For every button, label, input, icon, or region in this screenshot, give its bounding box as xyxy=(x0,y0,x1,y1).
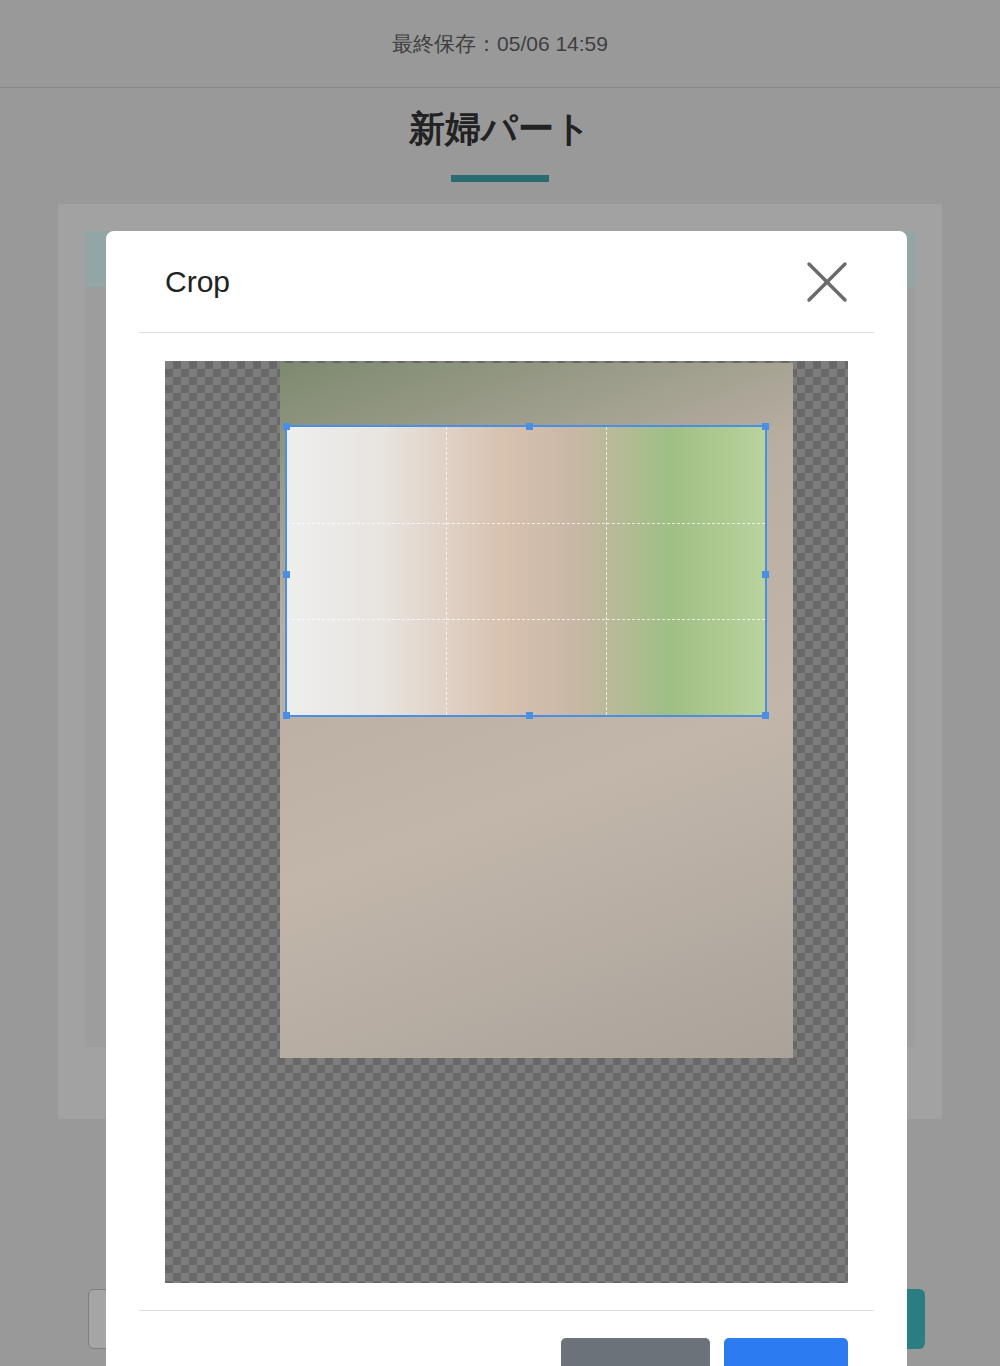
crop-box[interactable] xyxy=(285,425,767,717)
crop-handle[interactable] xyxy=(762,423,769,430)
modal-title: Crop xyxy=(165,259,230,304)
page-title: 新婦パート xyxy=(409,106,591,153)
crop-handle[interactable] xyxy=(283,423,290,430)
app: 最終保存：05/06 14:59 新婦パート Crop xyxy=(0,0,1000,1366)
grid-line xyxy=(446,427,447,715)
page-title-section: 新婦パート xyxy=(0,88,1000,182)
crop-handle[interactable] xyxy=(526,712,533,719)
last-saved: 最終保存：05/06 14:59 xyxy=(392,28,608,60)
crop-handle[interactable] xyxy=(283,571,290,578)
crop-handle[interactable] xyxy=(526,423,533,430)
grid-line xyxy=(287,523,765,524)
crop-handle[interactable] xyxy=(283,712,290,719)
photo xyxy=(280,363,793,1058)
grid-line xyxy=(287,619,765,620)
crop-handle[interactable] xyxy=(762,571,769,578)
confirm-button[interactable] xyxy=(724,1338,848,1366)
modal-footer xyxy=(139,1310,874,1366)
cancel-button[interactable] xyxy=(561,1338,710,1366)
crop-canvas[interactable] xyxy=(165,361,848,1283)
modal-header: Crop xyxy=(139,231,874,333)
crop-modal: Crop xyxy=(106,231,907,1366)
crop-handle[interactable] xyxy=(762,712,769,719)
grid-line xyxy=(606,427,607,715)
title-underline xyxy=(451,175,549,182)
modal-body xyxy=(106,333,907,1283)
page-header: 最終保存：05/06 14:59 xyxy=(0,0,1000,88)
close-icon[interactable] xyxy=(806,261,848,303)
